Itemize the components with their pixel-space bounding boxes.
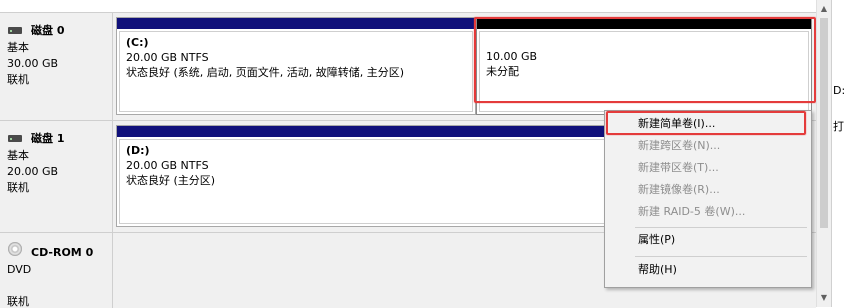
menu-item-new-spanned-volume[interactable]: 新建跨区卷(N)...: [605, 135, 811, 157]
partition-bar: [117, 18, 475, 29]
scroll-up-arrow[interactable]: ▲: [817, 2, 831, 16]
disk-info-cdrom[interactable]: CD-ROM 0 DVD 联机: [0, 233, 113, 308]
disk-name: CD-ROM 0: [31, 246, 94, 259]
disk-status: 联机: [7, 295, 29, 308]
disk-icon: [8, 27, 22, 34]
menu-item-new-raid5-volume[interactable]: 新建 RAID-5 卷(W)...: [605, 201, 811, 223]
disk-name: 磁盘 0: [31, 24, 65, 37]
partition-label: (C:): [126, 36, 149, 49]
unallocated-highlight: [474, 17, 816, 103]
partition-c[interactable]: (C:) 20.00 GB NTFS 状态良好 (系统, 启动, 页面文件, 活…: [116, 17, 476, 115]
menu-separator: [635, 227, 807, 228]
disk-status: 联机: [7, 73, 29, 86]
scroll-thumb[interactable]: [820, 18, 828, 228]
disk-size: 30.00 GB: [7, 57, 59, 70]
vertical-scrollbar[interactable]: ▲ ▼: [816, 0, 831, 307]
disk-type: 基本: [7, 41, 29, 54]
disk-info-0[interactable]: 磁盘 0 基本 30.00 GB 联机: [0, 13, 113, 121]
disk-type: 基本: [7, 149, 29, 162]
partition-size: 20.00 GB NTFS: [126, 159, 209, 172]
disk-icon: [8, 135, 22, 142]
disk-name: 磁盘 1: [31, 132, 65, 145]
menu-item-properties[interactable]: 属性(P): [605, 229, 811, 251]
disk-size: 20.00 GB: [7, 165, 59, 178]
new-simple-volume-highlight: [606, 111, 806, 135]
right-panel: D: 打开: [831, 0, 844, 307]
partition-label: (D:): [126, 144, 150, 157]
partition-size: 20.00 GB NTFS: [126, 51, 209, 64]
disk-type: DVD: [7, 263, 32, 276]
cdrom-icon: [8, 242, 22, 256]
scroll-down-arrow[interactable]: ▼: [817, 291, 831, 305]
partition-status: 状态良好 (主分区): [126, 174, 216, 187]
context-menu: 新建简单卷(I)... 新建跨区卷(N)... 新建带区卷(T)... 新建镜像…: [604, 110, 812, 288]
disk-status: 联机: [7, 181, 29, 194]
menu-separator: [635, 256, 807, 257]
partition-body: (C:) 20.00 GB NTFS 状态良好 (系统, 启动, 页面文件, 活…: [119, 31, 473, 112]
menu-item-help[interactable]: 帮助(H): [605, 259, 811, 281]
partition-status: 状态良好 (系统, 启动, 页面文件, 活动, 故障转储, 主分区): [126, 66, 405, 79]
menu-item-new-striped-volume[interactable]: 新建带区卷(T)...: [605, 157, 811, 179]
right-panel-text: 打开: [833, 120, 844, 133]
menu-item-new-mirrored-volume[interactable]: 新建镜像卷(R)...: [605, 179, 811, 201]
disk-info-1[interactable]: 磁盘 1 基本 20.00 GB 联机: [0, 121, 113, 233]
right-panel-text: D:: [833, 84, 844, 97]
